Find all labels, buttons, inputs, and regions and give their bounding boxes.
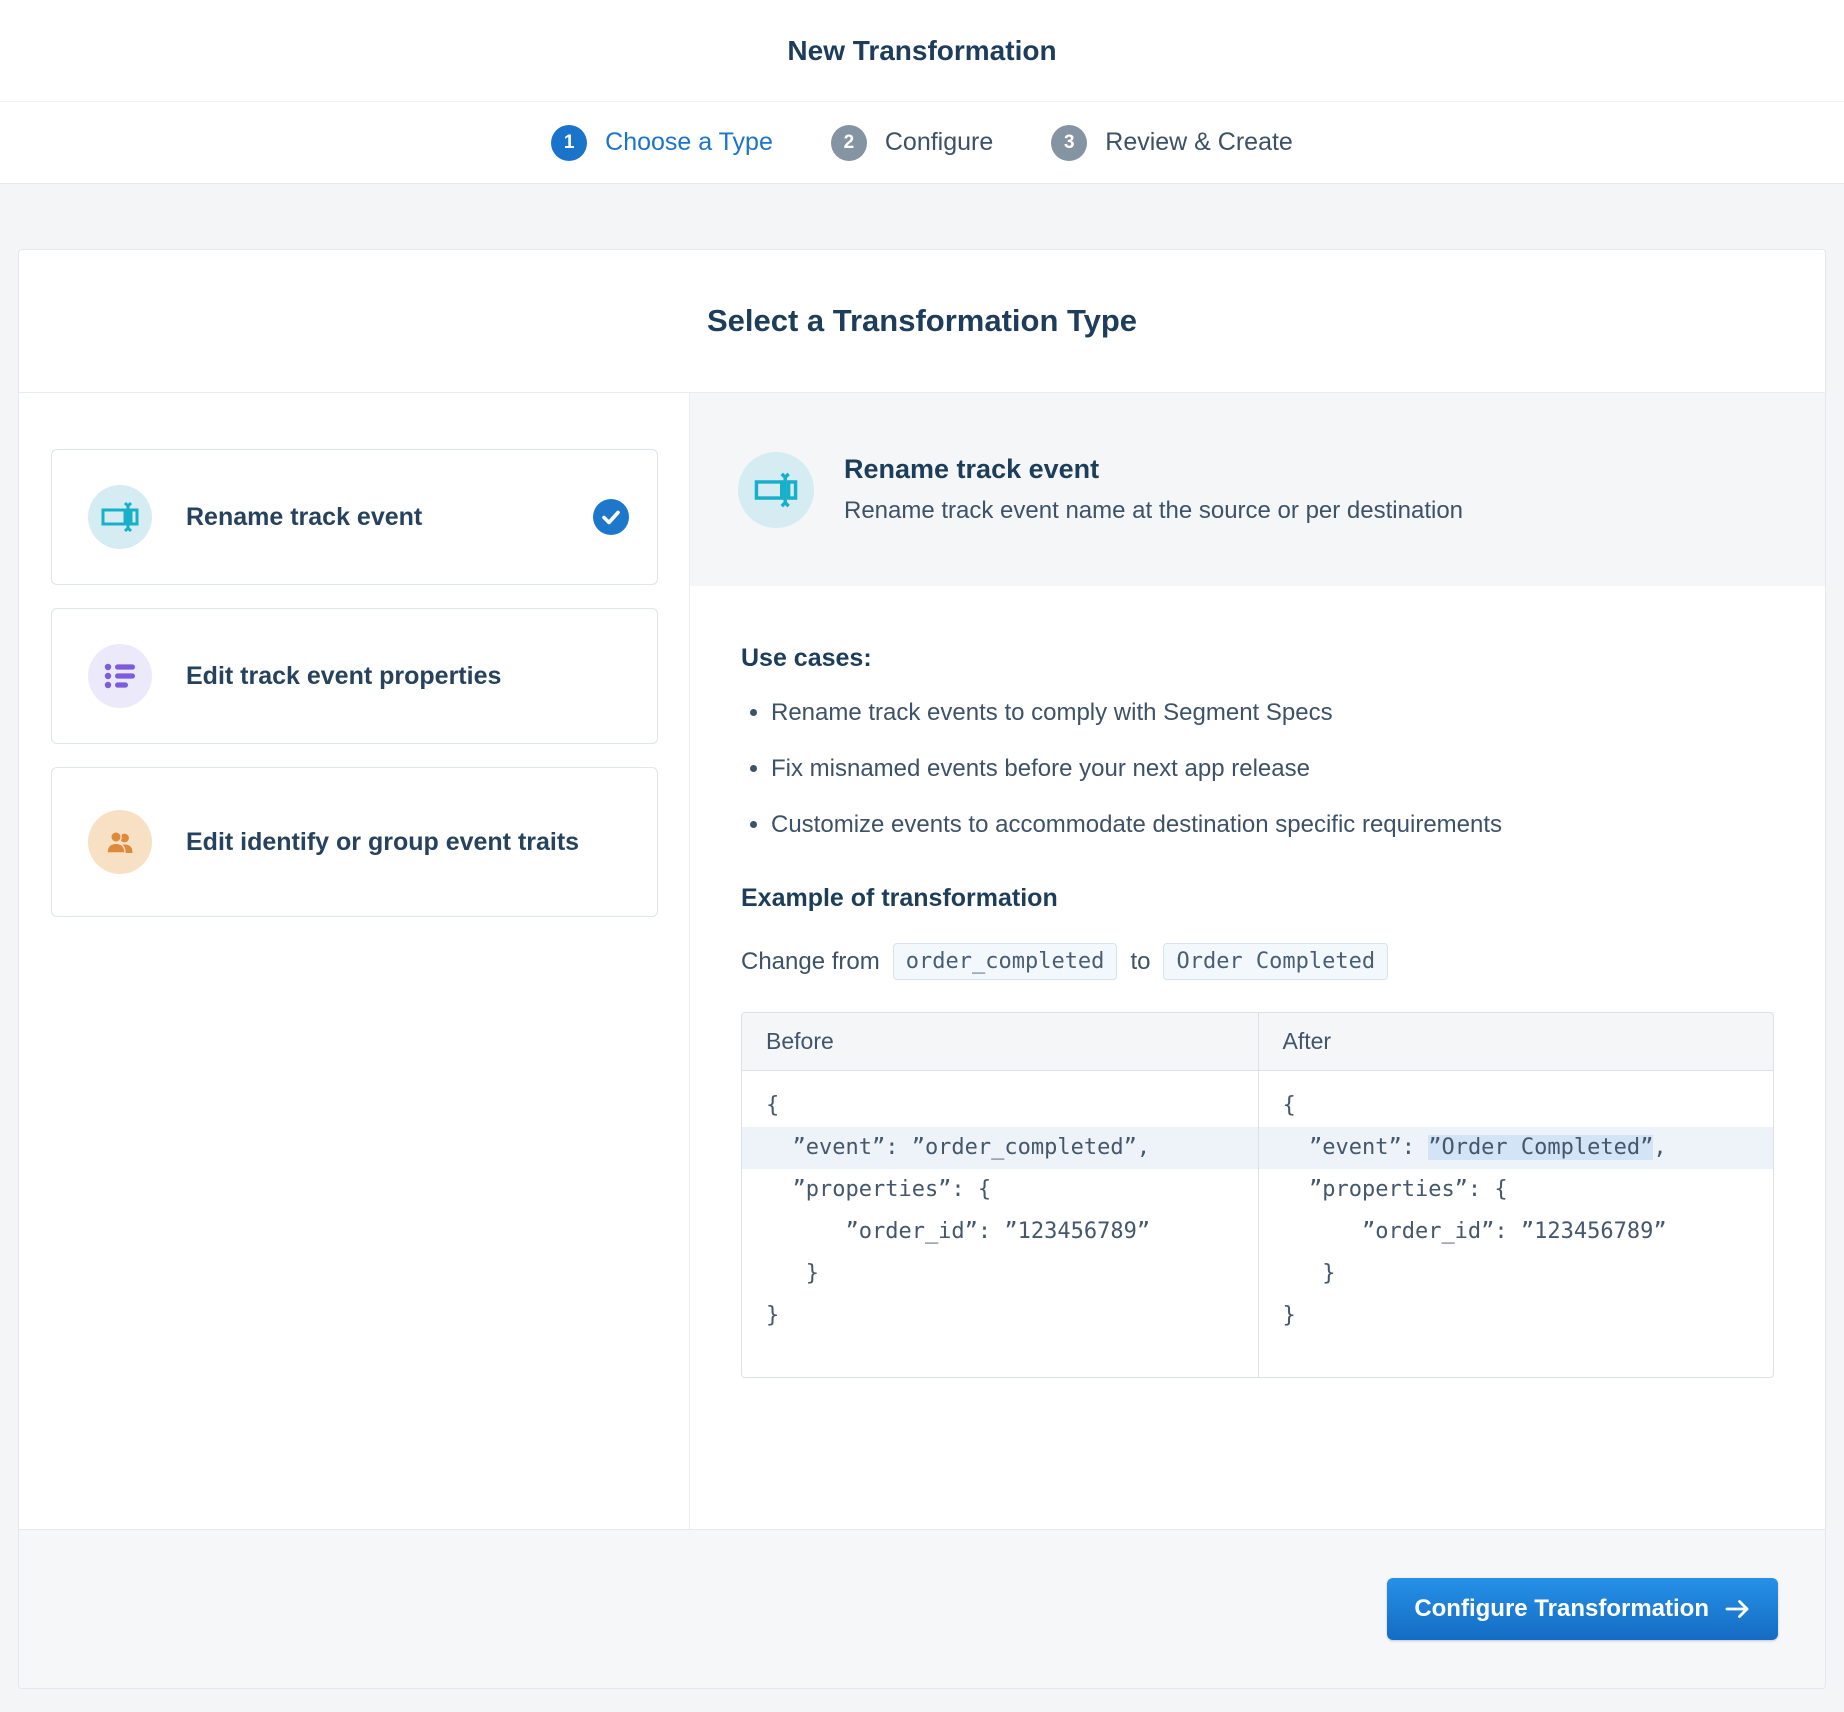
after-code-block: { ”event”: ”Order Completed”, ”propertie… [1257, 1071, 1773, 1377]
step-2-label: Configure [884, 128, 994, 156]
step-choose-a-type[interactable]: 1 Choose a Type [551, 124, 773, 161]
option-label: Edit identify or group event traits [186, 828, 580, 856]
code-line: ”order_id”: ”123456789” [766, 1219, 1151, 1244]
option-edit-track-event-properties[interactable]: Edit track event properties [51, 608, 658, 744]
card-body: Rename track event Edit track event prop… [19, 393, 1825, 1529]
code-line: ”properties”: { [766, 1177, 992, 1202]
code-line: } [1282, 1303, 1296, 1328]
detail-header: Rename track event Rename track event na… [690, 393, 1825, 586]
change-example-line: Change from order_completed to Order Com… [741, 943, 1774, 980]
code-line: } [1282, 1261, 1336, 1286]
use-cases-list: Rename track events to comply with Segme… [741, 699, 1774, 839]
use-case-item: Rename track events to comply with Segme… [771, 699, 1774, 727]
detail-description: Rename track event name at the source or… [844, 497, 1464, 524]
step-3-label: Review & Create [1105, 128, 1293, 156]
before-code-block: { ”event”: ”order_completed”, ”propertie… [742, 1071, 1258, 1377]
code-line: ”order_id”: ”123456789” [1282, 1219, 1667, 1244]
card-title: Select a Transformation Type [706, 303, 1138, 338]
option-rename-track-event[interactable]: Rename track event [51, 449, 658, 585]
use-case-item: Customize events to accommodate destinat… [771, 811, 1774, 839]
before-column-header: Before [766, 1028, 834, 1054]
code-line: } [766, 1303, 780, 1328]
option-edit-identify-group-traits[interactable]: Edit identify or group event traits [51, 767, 658, 917]
renamed-event-highlight: ”Order Completed” [1428, 1135, 1654, 1160]
option-label: Rename track event [186, 503, 423, 531]
rename-cursor-icon [88, 485, 152, 549]
card-header: Select a Transformation Type [19, 250, 1825, 393]
transformation-type-detail: Rename track event Rename track event na… [690, 393, 1825, 1529]
code-line: { [766, 1093, 780, 1118]
code-line: { [1282, 1093, 1296, 1118]
code-line-event: ”event”: ”order_completed”, [742, 1127, 1258, 1169]
code-line-event: ”event”: ”Order Completed”, [1258, 1127, 1773, 1169]
after-column-header: After [1257, 1013, 1774, 1070]
page-title: New Transformation [787, 34, 1057, 66]
button-label: Configure Transformation [1414, 1595, 1709, 1622]
use-case-item: Fix misnamed events before your next app… [771, 755, 1774, 783]
configure-transformation-button[interactable]: Configure Transformation [1387, 1578, 1778, 1640]
bullet-list-icon [88, 644, 152, 708]
code-chip-from: order_completed [892, 943, 1118, 980]
use-cases-heading: Use cases: [741, 644, 872, 672]
step-3-number: 3 [1051, 124, 1088, 161]
people-icon [88, 810, 152, 874]
code-line: } [766, 1261, 819, 1286]
select-type-card: Select a Transformation Type Rename trac… [18, 249, 1826, 1689]
wizard-steps: 1 Choose a Type 2 Configure 3 Review & C… [0, 102, 1844, 184]
step-review-create[interactable]: 3 Review & Create [1051, 124, 1293, 161]
example-heading: Example of transformation [741, 884, 1058, 912]
detail-content: Use cases: Rename track events to comply… [690, 586, 1825, 1378]
code-chip-to: Order Completed [1163, 943, 1389, 980]
detail-title: Rename track event [844, 454, 1100, 484]
step-1-number: 1 [551, 124, 588, 161]
change-connector: to [1130, 947, 1151, 975]
step-configure[interactable]: 2 Configure [830, 124, 994, 161]
code-line: ”properties”: { [1282, 1177, 1508, 1202]
rename-cursor-icon [738, 451, 814, 528]
step-2-number: 2 [830, 124, 867, 161]
table-body: { ”event”: ”order_completed”, ”propertie… [742, 1071, 1773, 1377]
step-1-label: Choose a Type [605, 128, 773, 156]
arrow-right-icon [1724, 1598, 1751, 1620]
page-main: Select a Transformation Type Rename trac… [0, 249, 1844, 1689]
topbar: New Transformation [0, 0, 1844, 102]
card-footer: Configure Transformation [19, 1529, 1825, 1688]
transformation-type-list: Rename track event Edit track event prop… [19, 393, 690, 1529]
check-circle-icon [593, 499, 629, 535]
option-label: Edit track event properties [186, 662, 502, 690]
change-prefix: Change from [741, 947, 880, 975]
table-header-row: Before After [742, 1013, 1773, 1071]
before-after-table: Before After { ”event”: ”order_completed… [741, 1012, 1774, 1378]
